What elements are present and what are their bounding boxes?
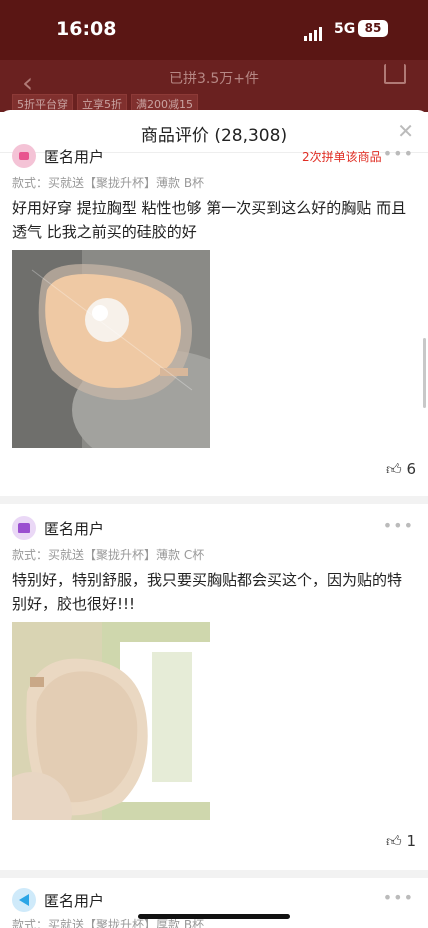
avatar [12,144,36,168]
status-time: 16:08 [56,18,117,40]
like-button[interactable]: 👍︎ 6 [386,460,416,479]
app-bar-title: 已拼3.5万+件 [169,71,259,87]
more-dots-icon[interactable]: ••• [383,144,414,163]
reviewer-name: 匿名用户 [44,520,105,538]
like-button[interactable]: 👍︎ 1 [386,832,416,851]
avatar [12,516,36,540]
review-card: 匿名用户 2次拼单该商品 ••• 款式：买就送【聚拢升杯】薄款 B杯 好用好穿 … [0,140,428,500]
review-photo-image [12,622,210,820]
status-bar: 16:08 5G 85 [0,0,428,60]
app-bar: ‹ 已拼3.5万+件 5折平台穿 立享5折 满200减15 [0,60,428,114]
divider [0,870,428,878]
review-photo[interactable] [12,250,210,448]
cellular-signal-icon [304,22,324,41]
more-dots-icon[interactable]: ••• [383,516,414,535]
scrollbar[interactable] [423,338,426,408]
avatar [12,888,36,912]
like-count: 1 [406,832,416,850]
review-text: 好用好穿 提拉胸型 粘性也够 第一次买到这么好的胸贴 而且透气 比我之前买的硅胶… [12,199,407,241]
network-type: 5G [334,21,356,37]
review-variant: 款式：买就送【聚拢升杯】薄款 B杯 [12,176,205,190]
more-dots-icon[interactable]: ••• [383,888,414,907]
share-icon[interactable] [384,64,406,84]
reviewer-name: 匿名用户 [44,892,105,910]
divider [0,496,428,504]
battery-icon: 85 [358,20,388,37]
review-text: 特别好，特别舒服，我只要买胸贴都会买这个，因为贴的特别好，胶也很好!!! [12,571,403,613]
thumbs-up-icon: 👍︎ [385,832,402,850]
review-card: 匿名用户 ••• 款式：买就送【聚拢升杯】薄款 C杯 特别好，特别舒服，我只要买… [0,510,428,870]
review-photo[interactable] [12,622,210,820]
review-photo-image [12,250,210,448]
thumbs-up-icon: 👍︎ [385,460,402,478]
like-count: 6 [406,460,416,478]
reviews-sheet: 商品评价 (28,308) ✕ 匿名用户 2次拼单该商品 ••• 款式：买就送【… [0,110,428,928]
reviewer-name: 匿名用户 [44,148,105,166]
review-card: 匿名用户 ••• 款式：买就送【聚拢升杯】厚款 B杯 [0,882,428,928]
repeat-buyer-badge: 2次拼单该商品 [302,150,382,164]
review-variant: 款式：买就送【聚拢升杯】薄款 C杯 [12,548,205,562]
home-indicator[interactable] [138,914,290,919]
